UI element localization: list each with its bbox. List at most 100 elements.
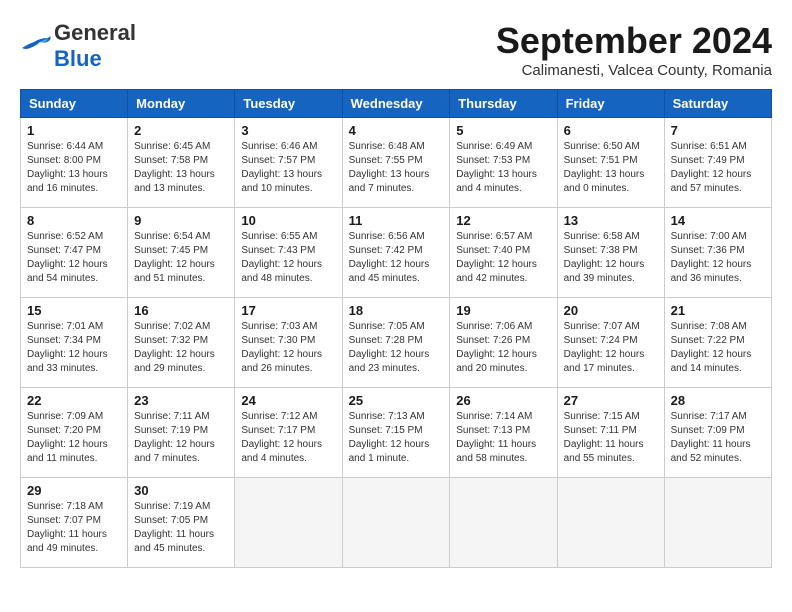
day-number: 6	[564, 123, 658, 138]
day-info: Sunrise: 7:11 AM Sunset: 7:19 PM Dayligh…	[134, 410, 228, 466]
day-info: Sunrise: 7:19 AM Sunset: 7:05 PM Dayligh…	[134, 500, 228, 556]
day-cell: 9 Sunrise: 6:54 AM Sunset: 7:45 PM Daylig…	[128, 208, 235, 298]
logo-bird-icon	[20, 34, 52, 58]
day-number: 21	[671, 303, 765, 318]
day-info: Sunrise: 7:09 AM Sunset: 7:20 PM Dayligh…	[27, 410, 121, 466]
weekday-header-saturday: Saturday	[664, 90, 771, 118]
day-cell: 12Sunrise: 6:57 AM Sunset: 7:40 PM Dayli…	[450, 208, 557, 298]
week-row-3: 15 Sunrise: 7:01 AM Sunset: 7:34 PM Dayli…	[21, 298, 772, 388]
day-info: Sunrise: 7:06 AM Sunset: 7:26 PM Dayligh…	[456, 320, 550, 376]
week-row-4: 22 Sunrise: 7:09 AM Sunset: 7:20 PM Dayli…	[21, 388, 772, 478]
day-cell: 19 Sunrise: 7:06 AM Sunset: 7:26 PM Dayli…	[450, 298, 557, 388]
day-number: 15	[27, 303, 121, 318]
day-number: 10	[241, 213, 335, 228]
day-info: Sunrise: 6:54 AM Sunset: 7:45 PM Dayligh…	[134, 230, 228, 286]
day-info: Sunrise: 6:45 AM Sunset: 7:58 PM Dayligh…	[134, 140, 228, 196]
day-cell: 5 Sunrise: 6:49 AM Sunset: 7:53 PM Daylig…	[450, 118, 557, 208]
day-info: Sunrise: 7:00 AM Sunset: 7:36 PM Dayligh…	[671, 230, 765, 286]
day-info: Sunrise: 7:03 AM Sunset: 7:30 PM Dayligh…	[241, 320, 335, 376]
day-info: Sunrise: 7:18 AM Sunset: 7:07 PM Dayligh…	[27, 500, 121, 556]
day-info: Sunrise: 7:05 AM Sunset: 7:28 PM Dayligh…	[349, 320, 444, 376]
day-number: 5	[456, 123, 550, 138]
day-info: Sunrise: 6:56 AM Sunset: 7:42 PM Dayligh…	[349, 230, 444, 286]
day-info: Sunrise: 6:55 AM Sunset: 7:43 PM Dayligh…	[241, 230, 335, 286]
day-info: Sunrise: 7:13 AM Sunset: 7:15 PM Dayligh…	[349, 410, 444, 466]
day-number: 20	[564, 303, 658, 318]
day-cell: 25 Sunrise: 7:13 AM Sunset: 7:15 PM Dayli…	[342, 388, 450, 478]
day-info: Sunrise: 6:48 AM Sunset: 7:55 PM Dayligh…	[349, 140, 444, 196]
day-number: 27	[564, 393, 658, 408]
day-cell: 29 Sunrise: 7:18 AM Sunset: 7:07 PM Dayli…	[21, 478, 128, 568]
weekday-header-sunday: Sunday	[21, 90, 128, 118]
day-info: Sunrise: 7:12 AM Sunset: 7:17 PM Dayligh…	[241, 410, 335, 466]
day-info: Sunrise: 6:52 AM Sunset: 7:47 PM Dayligh…	[27, 230, 121, 286]
day-info: Sunrise: 7:02 AM Sunset: 7:32 PM Dayligh…	[134, 320, 228, 376]
day-number: 12	[456, 213, 550, 228]
day-cell: 15 Sunrise: 7:01 AM Sunset: 7:34 PM Dayli…	[21, 298, 128, 388]
day-number: 3	[241, 123, 335, 138]
header: General Blue September 2024 Calimanesti,…	[20, 20, 772, 79]
day-cell	[664, 478, 771, 568]
weekday-header-monday: Monday	[128, 90, 235, 118]
day-number: 26	[456, 393, 550, 408]
day-cell: 14 Sunrise: 7:00 AM Sunset: 7:36 PM Dayli…	[664, 208, 771, 298]
day-info: Sunrise: 6:49 AM Sunset: 7:53 PM Dayligh…	[456, 140, 550, 196]
day-number: 19	[456, 303, 550, 318]
day-number: 30	[134, 483, 228, 498]
day-number: 13	[564, 213, 658, 228]
calendar: SundayMondayTuesdayWednesdayThursdayFrid…	[20, 89, 772, 568]
day-info: Sunrise: 7:14 AM Sunset: 7:13 PM Dayligh…	[456, 410, 550, 466]
day-info: Sunrise: 7:01 AM Sunset: 7:34 PM Dayligh…	[27, 320, 121, 376]
day-number: 16	[134, 303, 228, 318]
day-cell: 22 Sunrise: 7:09 AM Sunset: 7:20 PM Dayli…	[21, 388, 128, 478]
day-cell: 6Sunrise: 6:50 AM Sunset: 7:51 PM Daylig…	[557, 118, 664, 208]
day-number: 24	[241, 393, 335, 408]
day-number: 23	[134, 393, 228, 408]
day-cell: 26 Sunrise: 7:14 AM Sunset: 7:13 PM Dayli…	[450, 388, 557, 478]
day-number: 28	[671, 393, 765, 408]
day-number: 9	[134, 213, 228, 228]
day-cell: 1Sunrise: 6:44 AM Sunset: 8:00 PM Daylig…	[21, 118, 128, 208]
day-cell	[342, 478, 450, 568]
day-number: 14	[671, 213, 765, 228]
day-cell: 30 Sunrise: 7:19 AM Sunset: 7:05 PM Dayli…	[128, 478, 235, 568]
weekday-header-thursday: Thursday	[450, 90, 557, 118]
day-cell: 24 Sunrise: 7:12 AM Sunset: 7:17 PM Dayli…	[235, 388, 342, 478]
day-info: Sunrise: 7:17 AM Sunset: 7:09 PM Dayligh…	[671, 410, 765, 466]
day-info: Sunrise: 7:07 AM Sunset: 7:24 PM Dayligh…	[564, 320, 658, 376]
day-info: Sunrise: 6:44 AM Sunset: 8:00 PM Dayligh…	[27, 140, 121, 196]
day-number: 4	[349, 123, 444, 138]
day-cell: 17Sunrise: 7:03 AM Sunset: 7:30 PM Dayli…	[235, 298, 342, 388]
day-number: 7	[671, 123, 765, 138]
day-info: Sunrise: 7:15 AM Sunset: 7:11 PM Dayligh…	[564, 410, 658, 466]
day-cell: 8Sunrise: 6:52 AM Sunset: 7:47 PM Daylig…	[21, 208, 128, 298]
day-cell: 4 Sunrise: 6:48 AM Sunset: 7:55 PM Daylig…	[342, 118, 450, 208]
day-cell: 7 Sunrise: 6:51 AM Sunset: 7:49 PM Daylig…	[664, 118, 771, 208]
day-number: 29	[27, 483, 121, 498]
day-info: Sunrise: 6:46 AM Sunset: 7:57 PM Dayligh…	[241, 140, 335, 196]
week-row-2: 8Sunrise: 6:52 AM Sunset: 7:47 PM Daylig…	[21, 208, 772, 298]
day-cell	[235, 478, 342, 568]
day-cell: 21 Sunrise: 7:08 AM Sunset: 7:22 PM Dayli…	[664, 298, 771, 388]
day-number: 18	[349, 303, 444, 318]
weekday-header-row: SundayMondayTuesdayWednesdayThursdayFrid…	[21, 90, 772, 118]
day-cell: 20 Sunrise: 7:07 AM Sunset: 7:24 PM Dayli…	[557, 298, 664, 388]
day-cell	[450, 478, 557, 568]
day-cell: 3 Sunrise: 6:46 AM Sunset: 7:57 PM Daylig…	[235, 118, 342, 208]
day-info: Sunrise: 6:51 AM Sunset: 7:49 PM Dayligh…	[671, 140, 765, 196]
day-number: 25	[349, 393, 444, 408]
weekday-header-wednesday: Wednesday	[342, 90, 450, 118]
week-row-1: 1Sunrise: 6:44 AM Sunset: 8:00 PM Daylig…	[21, 118, 772, 208]
day-number: 22	[27, 393, 121, 408]
day-cell: 28 Sunrise: 7:17 AM Sunset: 7:09 PM Dayli…	[664, 388, 771, 478]
day-number: 11	[349, 213, 444, 228]
logo: General Blue	[20, 20, 136, 72]
weekday-header-tuesday: Tuesday	[235, 90, 342, 118]
day-info: Sunrise: 6:58 AM Sunset: 7:38 PM Dayligh…	[564, 230, 658, 286]
day-info: Sunrise: 7:08 AM Sunset: 7:22 PM Dayligh…	[671, 320, 765, 376]
day-cell: 18 Sunrise: 7:05 AM Sunset: 7:28 PM Dayli…	[342, 298, 450, 388]
logo-text: General Blue	[54, 20, 136, 72]
day-cell: 16 Sunrise: 7:02 AM Sunset: 7:32 PM Dayli…	[128, 298, 235, 388]
weekday-header-friday: Friday	[557, 90, 664, 118]
day-cell: 11 Sunrise: 6:56 AM Sunset: 7:42 PM Dayli…	[342, 208, 450, 298]
